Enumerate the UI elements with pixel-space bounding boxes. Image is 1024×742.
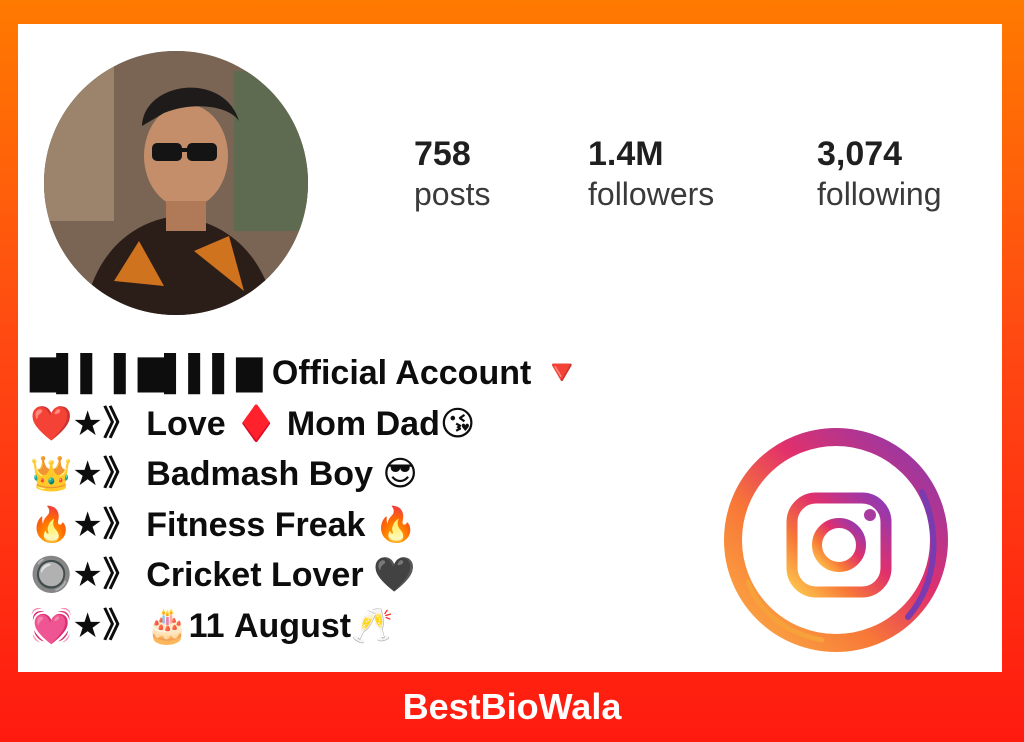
instagram-logo	[718, 422, 954, 658]
posts-label: posts	[414, 176, 491, 212]
profile-bio: ▇▌▌ ▌▇▌▌▌▇ Official Account 🔻 ❤️★》 Love …	[30, 348, 583, 651]
brand-name: BestBioWala	[402, 686, 622, 727]
following-count: 3,074	[817, 135, 903, 173]
bio-line-love: ❤️★》 Love ♦️ Mom Dad😘	[30, 404, 476, 443]
instagram-icon	[724, 428, 948, 652]
bio-line-badmash-boy: 👑★》 Badmash Boy 😎	[30, 455, 418, 493]
followers-label: followers	[588, 176, 715, 212]
followers-count: 1.4M	[588, 135, 664, 173]
poster-frame: 758 posts 1.4M followers 3,074 following…	[0, 0, 1024, 742]
profile-card: 758 posts 1.4M followers 3,074 following…	[18, 24, 1002, 672]
stat-followers[interactable]: 1.4M followers	[588, 134, 714, 214]
following-label: following	[817, 176, 942, 212]
bio-line-birthday: 💓★》 🎂11 August🥂	[30, 606, 394, 645]
posts-count: 758	[414, 135, 471, 173]
stat-posts[interactable]: 758 posts	[414, 134, 490, 214]
bio-line-fitness-freak: 🔥★》 Fitness Freak 🔥	[30, 505, 418, 544]
bio-line-official-account: ▇▌▌ ▌▇▌▌▌▇ Official Account 🔻	[30, 354, 584, 392]
avatar-photo	[44, 51, 308, 315]
profile-avatar[interactable]	[44, 51, 308, 315]
bio-line-cricket-lover: 🔘★》 Cricket Lover 🖤	[30, 556, 416, 594]
stat-following[interactable]: 3,074 following	[817, 134, 942, 214]
